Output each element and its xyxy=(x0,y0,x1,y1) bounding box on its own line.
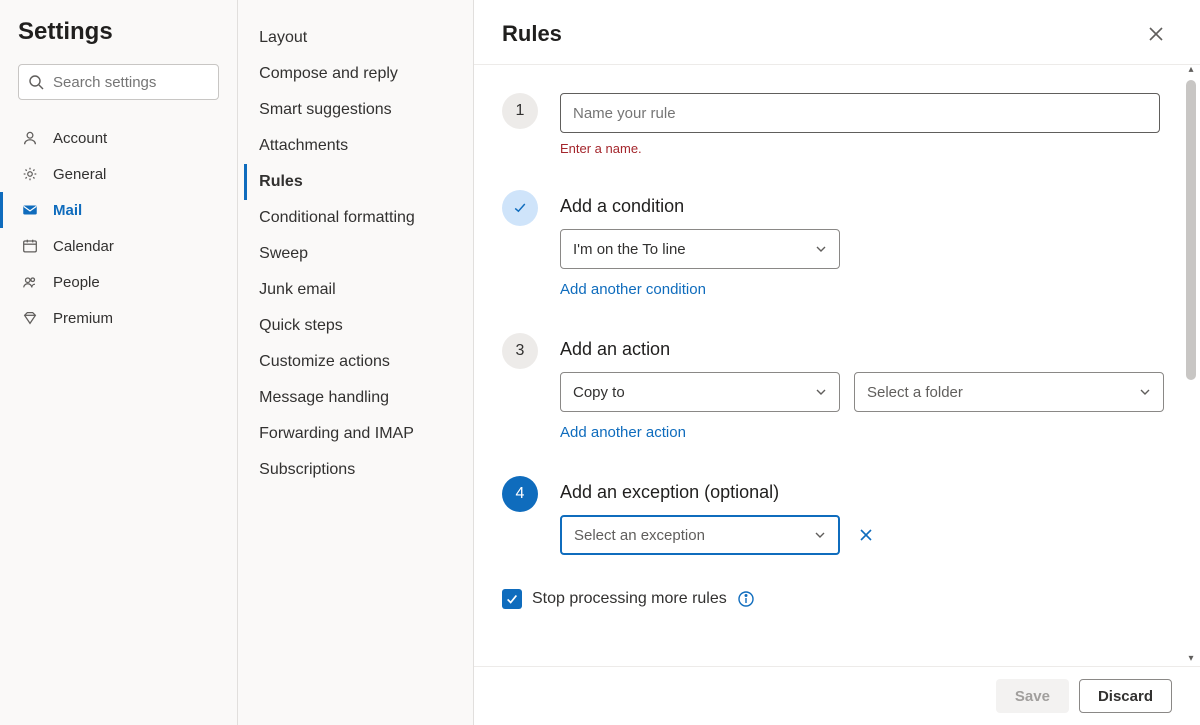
close-button[interactable] xyxy=(1140,18,1172,50)
discard-button[interactable]: Discard xyxy=(1079,679,1172,713)
folder-dropdown[interactable]: Select a folder xyxy=(854,372,1164,412)
rules-body: 1 Enter a name. Add a condition I'm on t… xyxy=(474,65,1200,666)
action-dropdown-value: Copy to xyxy=(573,384,625,401)
rules-header: Rules xyxy=(474,0,1200,65)
settings-title: Settings xyxy=(18,18,219,46)
scroll-up-arrow[interactable]: ▴ xyxy=(1184,62,1198,76)
step-condition: Add a condition I'm on the To line Add a… xyxy=(502,190,1164,299)
scroll-thumb[interactable] xyxy=(1186,80,1196,380)
info-icon[interactable] xyxy=(737,590,755,608)
rule-name-input[interactable] xyxy=(560,93,1160,133)
mail-section-subscriptions[interactable]: Subscriptions xyxy=(244,452,467,488)
scroll-down-arrow[interactable]: ▾ xyxy=(1184,651,1198,665)
mail-section-forwarding-and-imap[interactable]: Forwarding and IMAP xyxy=(244,416,467,452)
mail-section-attachments[interactable]: Attachments xyxy=(244,128,467,164)
mail-icon xyxy=(21,201,39,219)
step-badge-4: 4 xyxy=(502,476,538,512)
rules-footer: Save Discard xyxy=(474,666,1200,725)
action-title: Add an action xyxy=(560,339,1164,360)
mail-sections: LayoutCompose and replySmart suggestions… xyxy=(237,0,474,725)
rule-name-error: Enter a name. xyxy=(560,141,1164,156)
chevron-down-icon xyxy=(815,386,827,398)
step-badge-2-check xyxy=(502,190,538,226)
calendar-icon xyxy=(21,237,39,255)
condition-dropdown[interactable]: I'm on the To line xyxy=(560,229,840,269)
gear-icon xyxy=(21,165,39,183)
person-icon xyxy=(21,129,39,147)
condition-title: Add a condition xyxy=(560,196,1164,217)
nav-item-people[interactable]: People xyxy=(0,264,219,300)
mail-section-rules[interactable]: Rules xyxy=(244,164,467,200)
nav-label: General xyxy=(53,166,106,183)
step-badge-1: 1 xyxy=(502,93,538,129)
scrollbar[interactable]: ▴ ▾ xyxy=(1184,64,1198,663)
rules-title: Rules xyxy=(502,21,562,47)
nav-item-account[interactable]: Account xyxy=(0,120,219,156)
action-dropdown[interactable]: Copy to xyxy=(560,372,840,412)
mail-section-conditional-formatting[interactable]: Conditional formatting xyxy=(244,200,467,236)
add-condition-link[interactable]: Add another condition xyxy=(560,281,706,298)
settings-sidebar: Settings Account General xyxy=(0,0,237,725)
stop-processing-checkbox[interactable] xyxy=(502,589,522,609)
nav-label: Mail xyxy=(53,202,82,219)
nav-label: People xyxy=(53,274,100,291)
nav-label: Calendar xyxy=(53,238,114,255)
mail-section-message-handling[interactable]: Message handling xyxy=(244,380,467,416)
mail-section-customize-actions[interactable]: Customize actions xyxy=(244,344,467,380)
nav-item-general[interactable]: General xyxy=(0,156,219,192)
mail-section-junk-email[interactable]: Junk email xyxy=(244,272,467,308)
search-icon xyxy=(28,74,44,90)
settings-nav: Account General Mail xyxy=(18,120,219,336)
step-name: 1 Enter a name. xyxy=(502,93,1164,156)
step-exception: 4 Add an exception (optional) Select an … xyxy=(502,476,1164,555)
rules-panel: Rules 1 Enter a name. Add a condition xyxy=(474,0,1200,725)
nav-item-calendar[interactable]: Calendar xyxy=(0,228,219,264)
chevron-down-icon xyxy=(815,243,827,255)
nav-label: Premium xyxy=(53,310,113,327)
remove-exception-button[interactable] xyxy=(854,523,878,547)
search-box[interactable] xyxy=(18,64,219,100)
stop-processing-row: Stop processing more rules xyxy=(502,589,1164,609)
nav-item-premium[interactable]: Premium xyxy=(0,300,219,336)
save-button[interactable]: Save xyxy=(996,679,1069,713)
mail-section-sweep[interactable]: Sweep xyxy=(244,236,467,272)
exception-dropdown-placeholder: Select an exception xyxy=(574,527,705,544)
mail-section-quick-steps[interactable]: Quick steps xyxy=(244,308,467,344)
nav-item-mail[interactable]: Mail xyxy=(0,192,219,228)
folder-dropdown-placeholder: Select a folder xyxy=(867,384,963,401)
stop-processing-label: Stop processing more rules xyxy=(532,590,727,608)
mail-section-list: LayoutCompose and replySmart suggestions… xyxy=(244,20,467,488)
nav-label: Account xyxy=(53,130,107,147)
search-input[interactable] xyxy=(18,64,219,100)
exception-title: Add an exception (optional) xyxy=(560,482,1164,503)
people-icon xyxy=(21,273,39,291)
mail-section-compose-and-reply[interactable]: Compose and reply xyxy=(244,56,467,92)
condition-dropdown-value: I'm on the To line xyxy=(573,241,686,258)
chevron-down-icon xyxy=(814,529,826,541)
mail-section-smart-suggestions[interactable]: Smart suggestions xyxy=(244,92,467,128)
step-badge-3: 3 xyxy=(502,333,538,369)
exception-dropdown[interactable]: Select an exception xyxy=(560,515,840,555)
chevron-down-icon xyxy=(1139,386,1151,398)
add-action-link[interactable]: Add another action xyxy=(560,424,686,441)
mail-section-layout[interactable]: Layout xyxy=(244,20,467,56)
step-action: 3 Add an action Copy to Select a folder xyxy=(502,333,1164,442)
diamond-icon xyxy=(21,309,39,327)
